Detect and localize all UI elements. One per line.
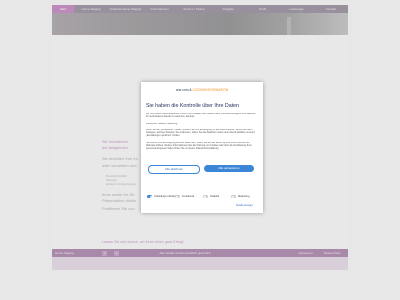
- toggle-label: Marketing: [238, 195, 250, 198]
- switch-icon[interactable]: [175, 195, 180, 198]
- consent-logo: one.com & COOKIEINFORMATION: [141, 88, 263, 92]
- dialog-paragraph-4: Sie können Ihre Einwilligung jederzeit w…: [146, 142, 252, 150]
- dialog-purposes: Funktional, Statistik, Marketing: [146, 123, 178, 125]
- switch-icon[interactable]: [203, 195, 208, 198]
- switch-icon[interactable]: [147, 195, 152, 198]
- onecom-logo-text: one.com: [175, 88, 189, 92]
- toggle-functional[interactable]: Funktional: [175, 195, 194, 198]
- cookie-consent-dialog: one.com & COOKIEINFORMATION Sie haben di…: [141, 82, 263, 213]
- accept-all-button[interactable]: Alle akzeptieren: [204, 165, 254, 172]
- toggle-label: Funktional: [182, 195, 194, 198]
- dialog-paragraph-1: Wir und unsere Geschäftspartner nutzen T…: [146, 113, 256, 118]
- page: Start Home Staging Verkaufe Home Staging…: [0, 0, 400, 300]
- deny-all-button[interactable]: Alle ablehnen: [148, 165, 200, 174]
- dialog-title: Sie haben die Kontrolle über Ihre Daten: [146, 103, 240, 109]
- toggle-marketing[interactable]: Marketing: [231, 195, 249, 198]
- toggle-statistics[interactable]: Statistik: [203, 195, 219, 198]
- switch-icon[interactable]: [231, 195, 236, 198]
- show-details-link[interactable]: Details anzeigen: [236, 205, 253, 207]
- cookieinformation-logo-text: COOKIEINFORMATION: [192, 88, 229, 92]
- dialog-paragraph-3: Wenn Sie auf „Akzeptieren“ klicken, erte…: [146, 129, 255, 137]
- toggle-label: Statistik: [210, 195, 220, 198]
